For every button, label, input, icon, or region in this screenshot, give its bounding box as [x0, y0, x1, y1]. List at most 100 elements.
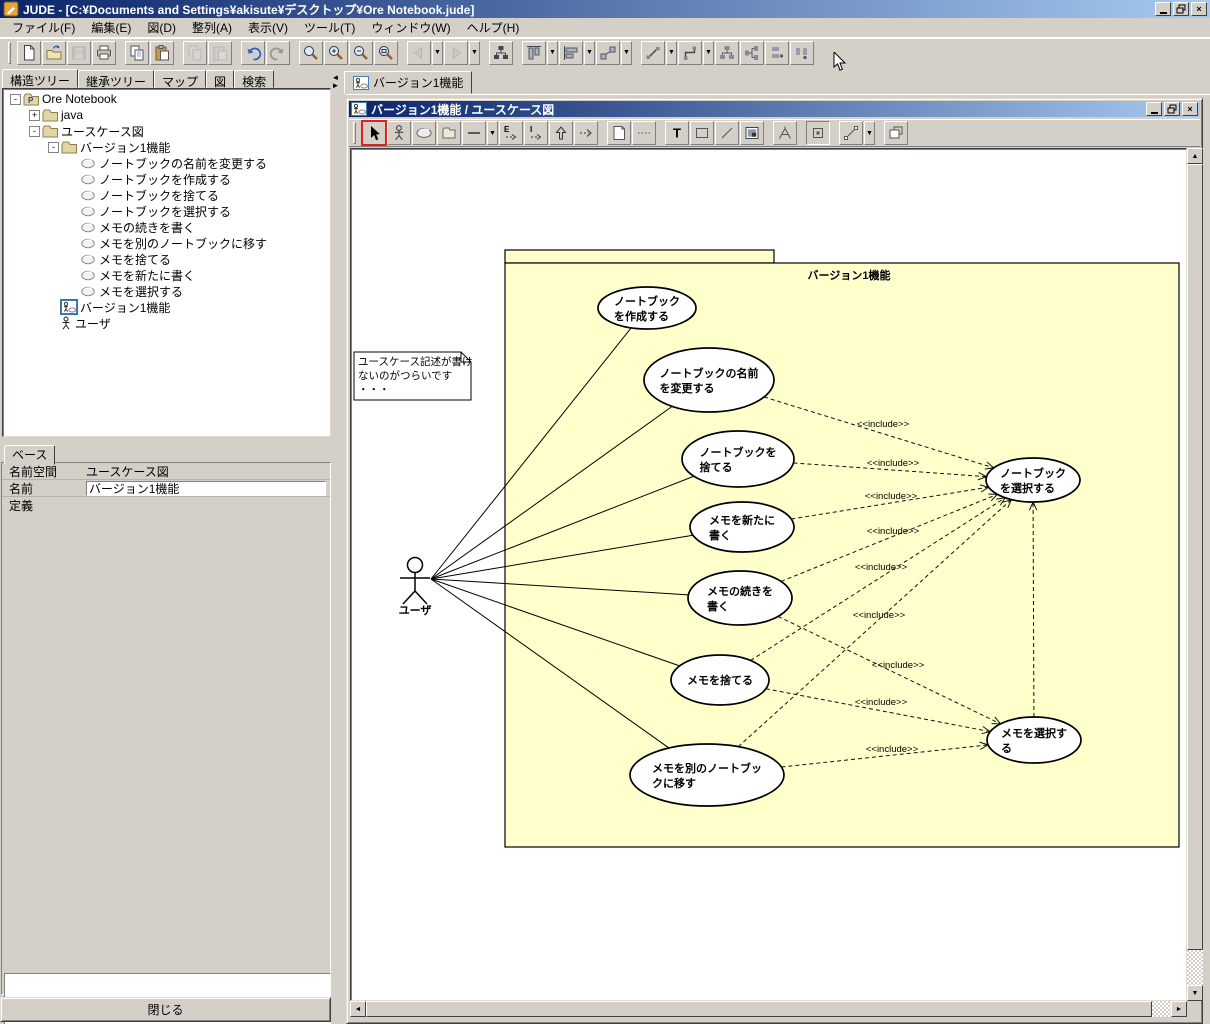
line-elbow-dropdown[interactable]: ▼	[703, 40, 714, 65]
tree-row[interactable]: メモの続きを書く	[4, 219, 330, 235]
close-window-button[interactable]: ×	[1191, 2, 1207, 16]
order-horizontal-button[interactable]	[790, 40, 814, 65]
tree-row[interactable]: - ユースケース図	[4, 123, 330, 139]
align-horizontal-button[interactable]	[559, 40, 583, 65]
actor-user[interactable]: ユーザ	[399, 556, 432, 618]
zoom-in-button[interactable]	[324, 40, 348, 65]
align-horizontal-dropdown[interactable]: ▼	[584, 40, 595, 65]
menu-item-2[interactable]: 図(D)	[139, 17, 184, 38]
note-tool-button[interactable]	[607, 121, 631, 145]
restore-button[interactable]	[1173, 2, 1189, 16]
tree-vertical-button[interactable]	[715, 40, 739, 65]
close-button[interactable]: 閉じる	[0, 997, 331, 1022]
menu-item-1[interactable]: 編集(E)	[83, 17, 139, 38]
order-vertical-button[interactable]	[765, 40, 789, 65]
align-distribute-dropdown[interactable]: ▼	[621, 40, 632, 65]
tree-horizontal-button[interactable]	[740, 40, 764, 65]
tab-2[interactable]: マップ	[154, 70, 207, 89]
tree-row[interactable]: ノートブックの名前を変更する	[4, 155, 330, 171]
usecase-node[interactable]: ノートブックの名前を変更する	[643, 347, 775, 413]
text-tool-button[interactable]: T	[665, 121, 689, 145]
redo-button[interactable]	[266, 40, 290, 65]
diagram-canvas[interactable]: バージョン1機能 ユースケース記述が書け ないのがつらいです ・・・ <<include…	[350, 148, 1187, 1001]
menu-item-6[interactable]: ウィンドウ(W)	[363, 17, 458, 38]
line-straight-button[interactable]	[641, 40, 665, 65]
tree-row[interactable]: ノートブックを作成する	[4, 171, 330, 187]
horizontal-scrollbar-thumb[interactable]	[366, 1001, 1152, 1017]
tree-row[interactable]: + java	[4, 107, 330, 123]
package-tool-button[interactable]	[437, 121, 461, 145]
expander-minus-icon[interactable]: -	[10, 93, 21, 105]
minimize-button[interactable]	[1146, 102, 1162, 116]
extend-tool-button[interactable]: E	[499, 121, 523, 145]
usecase-node[interactable]: ノートブックを作成する	[597, 286, 697, 330]
print-button[interactable]	[92, 40, 116, 65]
scroll-up-button[interactable]: ▲	[1187, 148, 1203, 164]
menu-item-5[interactable]: ツール(T)	[296, 17, 363, 38]
usecase-node[interactable]: メモを新たに書く	[689, 501, 795, 553]
align-distribute-button[interactable]	[596, 40, 620, 65]
vertical-scrollbar-thumb[interactable]	[1187, 164, 1203, 950]
line-elbow-button[interactable]	[678, 40, 702, 65]
diagram-window-titlebar[interactable]: バージョン1機能 / ユースケース図 ×	[349, 101, 1200, 117]
dependency-tool-button[interactable]	[574, 121, 598, 145]
tab-1[interactable]: 継承ツリー	[78, 70, 155, 89]
tab-base[interactable]: ベース	[4, 445, 56, 465]
usecase-node[interactable]: ノートブックを選択する	[985, 457, 1081, 503]
usecase-tool-button[interactable]	[412, 121, 436, 145]
open-file-button[interactable]	[42, 40, 66, 65]
line-tool-button[interactable]	[715, 121, 739, 145]
undo-button[interactable]	[241, 40, 265, 65]
tree-row[interactable]: ノートブックを捨てる	[4, 187, 330, 203]
zoom-out-button[interactable]	[349, 40, 373, 65]
expander-minus-icon[interactable]: -	[29, 125, 40, 137]
save-file-button[interactable]	[67, 40, 91, 65]
menu-item-7[interactable]: ヘルプ(H)	[459, 17, 528, 38]
note-anchor-tool-button[interactable]	[632, 121, 656, 145]
copy-diagram-button[interactable]	[183, 40, 207, 65]
tree-row[interactable]: メモを別のノートブックに移す	[4, 235, 330, 251]
nav-back-button[interactable]	[407, 40, 431, 65]
expander-plus-icon[interactable]: +	[29, 109, 40, 121]
tree-row[interactable]: メモを新たに書く	[4, 267, 330, 283]
association-tool-button[interactable]	[462, 121, 486, 145]
toolbar-grip[interactable]	[8, 41, 11, 64]
copy-button[interactable]	[125, 40, 149, 65]
nav-back-dropdown[interactable]: ▼	[432, 40, 443, 65]
tab-version1-diagram[interactable]: バージョン1機能	[344, 71, 473, 94]
usecase-node[interactable]: メモを捨てる	[670, 654, 770, 706]
menu-item-4[interactable]: 表示(V)	[240, 17, 296, 38]
diagram-map-button[interactable]	[489, 40, 513, 65]
align-vertical-dropdown[interactable]: ▼	[547, 40, 558, 65]
association-tool-dropdown[interactable]: ▼	[487, 121, 498, 145]
tree-row[interactable]: - バージョン1機能	[4, 139, 330, 155]
nav-forward-dropdown[interactable]: ▼	[469, 40, 480, 65]
expander-minus-icon[interactable]: -	[48, 141, 59, 153]
restore-button[interactable]	[1164, 102, 1180, 116]
usecase-node[interactable]: メモの続きを書く	[687, 570, 793, 626]
image-tool-button[interactable]	[740, 121, 764, 145]
tree-row[interactable]: メモを選択する	[4, 283, 330, 299]
usecase-node[interactable]: ノートブックを捨てる	[681, 430, 795, 488]
scroll-down-button[interactable]: ▼	[1187, 985, 1203, 1001]
menu-item-3[interactable]: 整列(A)	[184, 17, 240, 38]
tree-row[interactable]: ノートブックを選択する	[4, 203, 330, 219]
scroll-right-button[interactable]: ►	[1171, 1001, 1187, 1017]
send-back-tool-button[interactable]	[884, 121, 908, 145]
usecase-node[interactable]: メモを選択する	[986, 716, 1082, 764]
tree-row[interactable]: メモを捨てる	[4, 251, 330, 267]
tab-3[interactable]: 図	[206, 70, 235, 89]
tab-4[interactable]: 検索	[234, 70, 275, 89]
actor-tool-button[interactable]	[387, 121, 411, 145]
generalization-tool-button[interactable]	[549, 121, 573, 145]
tree-row[interactable]: - P Ore Notebook	[4, 91, 330, 107]
vertical-splitter[interactable]: ◄ ►	[331, 66, 346, 1024]
tree-row[interactable]: バージョン1機能	[4, 299, 330, 315]
menu-item-0[interactable]: ファイル(F)	[4, 17, 83, 38]
line-style-tool-button[interactable]	[839, 121, 863, 145]
rect-tool-button[interactable]	[690, 121, 714, 145]
tab-0[interactable]: 構造ツリー	[2, 69, 79, 88]
splitter-collapse-right-icon[interactable]: ►	[331, 82, 340, 90]
zoom-actual-button[interactable]	[299, 40, 323, 65]
toolbar-grip[interactable]	[353, 122, 356, 144]
